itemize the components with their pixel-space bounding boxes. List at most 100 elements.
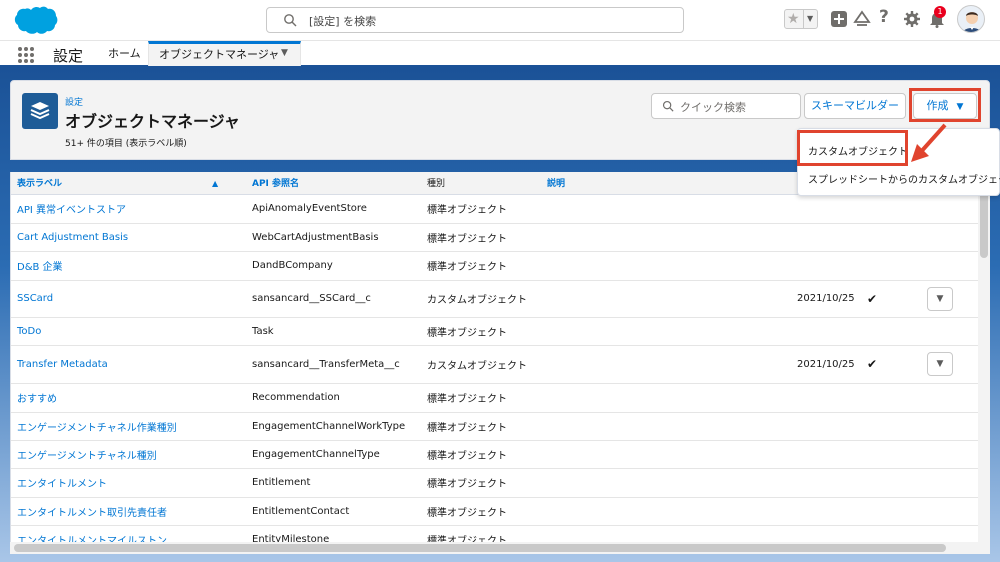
cell-description (541, 345, 791, 384)
cell-type: 標準オブジェクト (421, 440, 541, 469)
app-launcher-icon[interactable] (18, 47, 34, 63)
notification-badge: 1 (934, 6, 946, 18)
favorites-button[interactable]: ★ ▼ (784, 9, 818, 29)
cell-type: 標準オブジェクト (421, 194, 541, 224)
object-manager-icon (22, 93, 58, 129)
cell-label[interactable]: Cart Adjustment Basis (11, 223, 246, 252)
cell-description (541, 497, 791, 526)
cell-type: カスタムオブジェクト (421, 280, 541, 318)
menu-item-custom-object-from-spreadsheet[interactable]: スプレッドシートからのカスタムオブジェクト (808, 171, 1000, 186)
chevron-down-icon[interactable]: ▼ (281, 48, 288, 58)
cell-api-name: WebCartAdjustmentBasis (246, 223, 421, 252)
salesforce-logo-icon[interactable] (11, 4, 59, 36)
cell-type: 標準オブジェクト (421, 383, 541, 413)
quick-search-input[interactable]: クイック検索 (651, 93, 801, 119)
sort-ascending-icon[interactable]: ▲ (212, 179, 218, 188)
highlight-create-box (909, 88, 981, 122)
cell-actions: ▼ (921, 345, 979, 384)
cell-deployed (861, 412, 921, 441)
cell-type: 標準オブジェクト (421, 412, 541, 441)
cell-label[interactable]: おすすめ (11, 383, 246, 413)
cell-api-name: Entitlement (246, 468, 421, 498)
cell-actions (921, 468, 979, 498)
table-row: エンゲージメントチャネル作業種別 EngagementChannelWorkTyp… (11, 412, 979, 441)
column-header-type: 種別 (421, 172, 541, 195)
cell-deployed (861, 223, 921, 252)
help-icon[interactable]: ? (879, 7, 897, 27)
table-row: エンタイトルメントマイルストン EntityMilestone 標準オブジェクト (11, 525, 979, 542)
cell-deployed (861, 317, 921, 346)
cell-actions (921, 497, 979, 526)
cell-label[interactable]: エンゲージメントチャネル作業種別 (11, 412, 246, 441)
cell-label[interactable]: エンタイトルメント (11, 468, 246, 498)
cell-api-name: DandBCompany (246, 251, 421, 281)
cell-label[interactable]: Transfer Metadata (11, 345, 246, 384)
cell-description (541, 383, 791, 413)
cell-deployed (861, 497, 921, 526)
cell-last-modified (791, 223, 861, 252)
cell-description (541, 223, 791, 252)
column-header-label[interactable]: 表示ラベル ▲ (11, 172, 246, 195)
cell-deployed (861, 440, 921, 469)
cell-last-modified (791, 194, 861, 224)
breadcrumb[interactable]: 設定 (65, 95, 83, 108)
item-count: 51+ 件の項目 (表示ラベル順) (65, 139, 187, 149)
cell-label[interactable]: エンタイトルメント取引先責任者 (11, 497, 246, 526)
cell-api-name: EntitlementContact (246, 497, 421, 526)
cell-description (541, 468, 791, 498)
cell-description (541, 525, 791, 542)
search-icon (662, 100, 674, 112)
avatar[interactable] (957, 5, 985, 33)
column-header-description[interactable]: 説明 (541, 172, 791, 195)
cell-last-modified: 2021/10/25 (791, 280, 861, 318)
table-row: エンタイトルメント Entitlement 標準オブジェクト (11, 468, 979, 498)
global-actions-icon[interactable] (830, 10, 848, 28)
favorites-dropdown-icon[interactable]: ▼ (807, 11, 813, 27)
gear-icon[interactable] (903, 10, 921, 28)
search-placeholder: [設定] を検索 (309, 15, 377, 28)
checkmark-icon: ✔ (867, 291, 878, 306)
star-icon[interactable]: ★ (787, 10, 800, 28)
cell-actions (921, 383, 979, 413)
global-header: [設定] を検索 ★ ▼ ? 1 (0, 0, 1000, 40)
horizontal-scrollbar[interactable] (10, 542, 990, 554)
cell-label[interactable]: SSCard (11, 280, 246, 318)
quick-search-placeholder: クイック検索 (680, 101, 746, 114)
cell-last-modified (791, 412, 861, 441)
cell-description (541, 194, 791, 224)
cell-description (541, 412, 791, 441)
cell-actions (921, 525, 979, 542)
cell-label[interactable]: エンタイトルメントマイルストン (11, 525, 246, 542)
trailhead-icon[interactable] (853, 10, 871, 28)
cell-label[interactable]: D&B 企業 (11, 251, 246, 281)
user-avatar-icon (962, 12, 982, 32)
table-row: Cart Adjustment Basis WebCartAdjustmentBa… (11, 223, 979, 252)
highlight-custom-object-box (797, 130, 908, 166)
cell-label[interactable]: ToDo (11, 317, 246, 346)
tab-object-manager[interactable]: オブジェクトマネージャ ▼ (148, 41, 301, 66)
schema-builder-button[interactable]: スキーマビルダー (804, 93, 906, 119)
cell-api-name: EngagementChannelWorkType (246, 412, 421, 441)
global-search-input[interactable]: [設定] を検索 (266, 7, 684, 33)
cell-actions: ▼ (921, 280, 979, 318)
cell-type: 標準オブジェクト (421, 317, 541, 346)
context-nav-bar: 設定 ホーム オブジェクトマネージャ ▼ (0, 40, 1000, 68)
table-row: おすすめ Recommendation 標準オブジェクト (11, 383, 979, 413)
cell-description (541, 317, 791, 346)
row-action-menu-button[interactable]: ▼ (927, 286, 953, 311)
cell-api-name: sansancard__SSCard__c (246, 280, 421, 318)
cell-last-modified (791, 317, 861, 346)
cell-label[interactable]: API 異常イベントストア (11, 194, 246, 224)
cell-last-modified (791, 497, 861, 526)
cell-actions (921, 251, 979, 281)
cell-actions (921, 440, 979, 469)
page-title: オブジェクトマネージャ (65, 112, 240, 131)
column-header-api-name[interactable]: API 参照名 (246, 172, 421, 195)
cell-deployed (861, 468, 921, 498)
cell-description (541, 251, 791, 281)
cell-label[interactable]: エンゲージメントチャネル種別 (11, 440, 246, 469)
cell-last-modified (791, 468, 861, 498)
row-action-menu-button[interactable]: ▼ (927, 352, 953, 376)
vertical-scrollbar[interactable] (978, 172, 990, 542)
nav-item-home[interactable]: ホーム (108, 41, 141, 66)
